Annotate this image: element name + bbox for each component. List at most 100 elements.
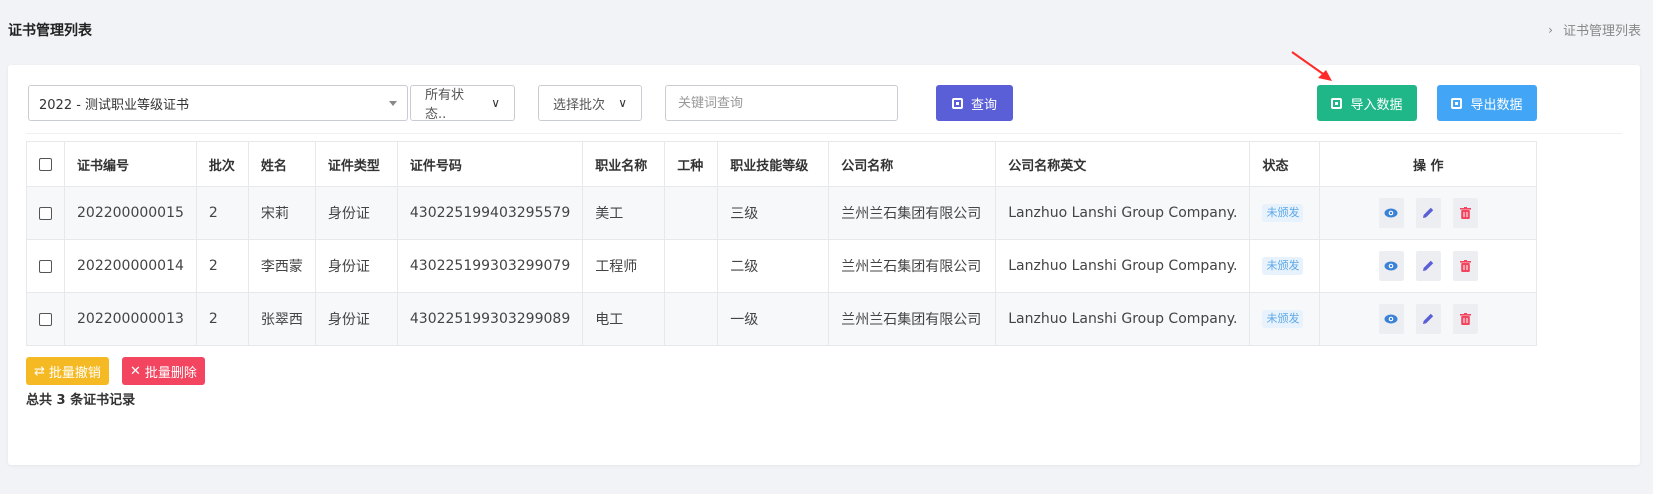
filter-toolbar: 2022 - 测试职业等级证书 所有状态.. ∨ 选择批次 ∨ 查询 导入数据 … <box>8 65 1640 140</box>
chevron-down-icon: ∨ <box>491 96 500 110</box>
row-checkbox[interactable] <box>39 312 52 326</box>
status-badge: 未颁发 <box>1262 257 1304 275</box>
edit-button[interactable] <box>1415 304 1441 334</box>
table-row: 202200000014 2 李西蒙 身份证 43022519930329907… <box>26 239 1537 293</box>
operations-cell <box>1319 292 1537 346</box>
edit-button[interactable] <box>1415 251 1441 281</box>
pencil-icon <box>1423 260 1434 271</box>
batch-select-value: 选择批次 <box>553 97 606 113</box>
status-select-value: 所有状态.. <box>425 88 465 122</box>
status-cell: 未颁发 <box>1249 292 1321 346</box>
operations-cell <box>1319 239 1537 293</box>
delete-button[interactable] <box>1452 198 1478 228</box>
col-occupation: 职业名称 <box>582 141 666 187</box>
cert-no-cell: 202200000015 <box>64 186 197 240</box>
id-no-cell: 430225199403295579 <box>396 186 584 240</box>
select-all-checkbox[interactable] <box>39 157 52 171</box>
id-type-cell: 身份证 <box>314 292 398 346</box>
trash-icon <box>1459 207 1471 219</box>
trash-icon <box>1459 313 1471 325</box>
col-batch: 批次 <box>195 141 249 187</box>
batch-revoke-button[interactable]: ⇄ 批量撤销 <box>26 357 109 385</box>
view-button[interactable] <box>1378 251 1404 281</box>
row-actions <box>1332 304 1524 334</box>
name-cell: 李西蒙 <box>247 239 316 293</box>
company-en-cell: Lanzhuo Lanshi Group Company. <box>995 292 1251 346</box>
certificate-card: 2022 - 测试职业等级证书 所有状态.. ∨ 选择批次 ∨ 查询 导入数据 … <box>8 51 1640 465</box>
view-button[interactable] <box>1378 198 1404 228</box>
id-no-cell: 430225199303299079 <box>396 239 584 293</box>
chevron-down-icon: ∨ <box>618 96 627 110</box>
export-icon <box>1451 97 1463 109</box>
occupation-cell: 美工 <box>582 186 666 240</box>
row-checkbox[interactable] <box>39 259 52 273</box>
col-level: 职业技能等级 <box>717 141 830 187</box>
batch-delete-button[interactable]: ✕ 批量删除 <box>122 357 205 385</box>
export-button-label: 导出数据 <box>1470 97 1523 113</box>
edit-button[interactable] <box>1415 198 1441 228</box>
page-title: 证书管理列表 <box>8 23 92 39</box>
col-name: 姓名 <box>247 141 316 187</box>
name-cell: 张翠西 <box>247 292 316 346</box>
delete-button[interactable] <box>1452 304 1478 334</box>
certificate-select[interactable]: 2022 - 测试职业等级证书 <box>28 85 408 121</box>
export-data-button[interactable]: 导出数据 <box>1437 85 1537 121</box>
batch-delete-label: 批量删除 <box>144 365 197 381</box>
red-arrow-annotation <box>1291 51 1332 81</box>
eye-icon <box>1384 261 1398 271</box>
id-type-cell: 身份证 <box>314 239 398 293</box>
company-en-cell: Lanzhuo Lanshi Group Company. <box>995 186 1251 240</box>
breadcrumb-current[interactable]: 证书管理列表 <box>1563 20 1641 39</box>
certificate-table: 证书编号 批次 姓名 证件类型 证件号码 职业名称 工种 职业技能等级 公司名称… <box>26 141 1537 346</box>
table-header-row: 证书编号 批次 姓名 证件类型 证件号码 职业名称 工种 职业技能等级 公司名称… <box>26 141 1537 187</box>
toolbar-divider <box>26 133 1622 134</box>
id-no-cell: 430225199303299089 <box>396 292 584 346</box>
status-cell: 未颁发 <box>1249 239 1321 293</box>
trash-icon <box>1459 260 1471 272</box>
batch-select[interactable]: 选择批次 ∨ <box>538 85 642 121</box>
status-select[interactable]: 所有状态.. ∨ <box>410 85 515 122</box>
col-status: 状态 <box>1249 141 1321 187</box>
view-button[interactable] <box>1378 304 1404 334</box>
status-badge: 未颁发 <box>1262 204 1304 222</box>
total-records-text: 总共 3 条证书记录 <box>26 393 136 408</box>
keyword-search-input[interactable] <box>665 85 898 121</box>
search-icon <box>951 97 963 109</box>
col-cert-no: 证书编号 <box>64 141 197 187</box>
delete-button[interactable] <box>1452 251 1478 281</box>
row-checkbox[interactable] <box>39 206 52 220</box>
row-actions <box>1332 251 1524 281</box>
pencil-icon <box>1423 313 1434 324</box>
caret-down-icon <box>389 100 397 106</box>
row-select-cell <box>26 292 65 346</box>
pencil-icon <box>1423 207 1434 218</box>
batch-cell: 2 <box>195 186 249 240</box>
cert-no-cell: 202200000013 <box>64 292 197 346</box>
table-row: 202200000013 2 张翠西 身份证 43022519930329908… <box>26 292 1537 346</box>
certificate-select-value: 2022 - 测试职业等级证书 <box>39 97 190 113</box>
col-id-type: 证件类型 <box>314 141 398 187</box>
occupation-cell: 电工 <box>582 292 666 346</box>
col-company-en: 公司名称英文 <box>995 141 1251 187</box>
level-cell: 三级 <box>717 186 830 240</box>
import-icon <box>1331 97 1343 109</box>
search-button-label: 查询 <box>970 97 997 113</box>
id-type-cell: 身份证 <box>314 186 398 240</box>
operations-cell <box>1319 186 1537 240</box>
name-cell: 宋莉 <box>247 186 316 240</box>
company-cell: 兰州兰石集团有限公司 <box>828 239 997 293</box>
import-button-label: 导入数据 <box>1350 97 1403 113</box>
level-cell: 二级 <box>717 239 830 293</box>
eye-icon <box>1384 314 1398 324</box>
batch-revoke-label: 批量撤销 <box>48 365 101 381</box>
col-operations: 操 作 <box>1319 141 1537 187</box>
level-cell: 一级 <box>717 292 830 346</box>
company-en-cell: Lanzhuo Lanshi Group Company. <box>995 239 1251 293</box>
row-select-cell <box>26 239 65 293</box>
import-data-button[interactable]: 导入数据 <box>1317 85 1417 121</box>
col-id-no: 证件号码 <box>396 141 584 187</box>
select-all-cell <box>26 141 65 187</box>
work-type-cell <box>664 239 719 293</box>
company-cell: 兰州兰石集团有限公司 <box>828 292 997 346</box>
search-button[interactable]: 查询 <box>936 85 1013 121</box>
